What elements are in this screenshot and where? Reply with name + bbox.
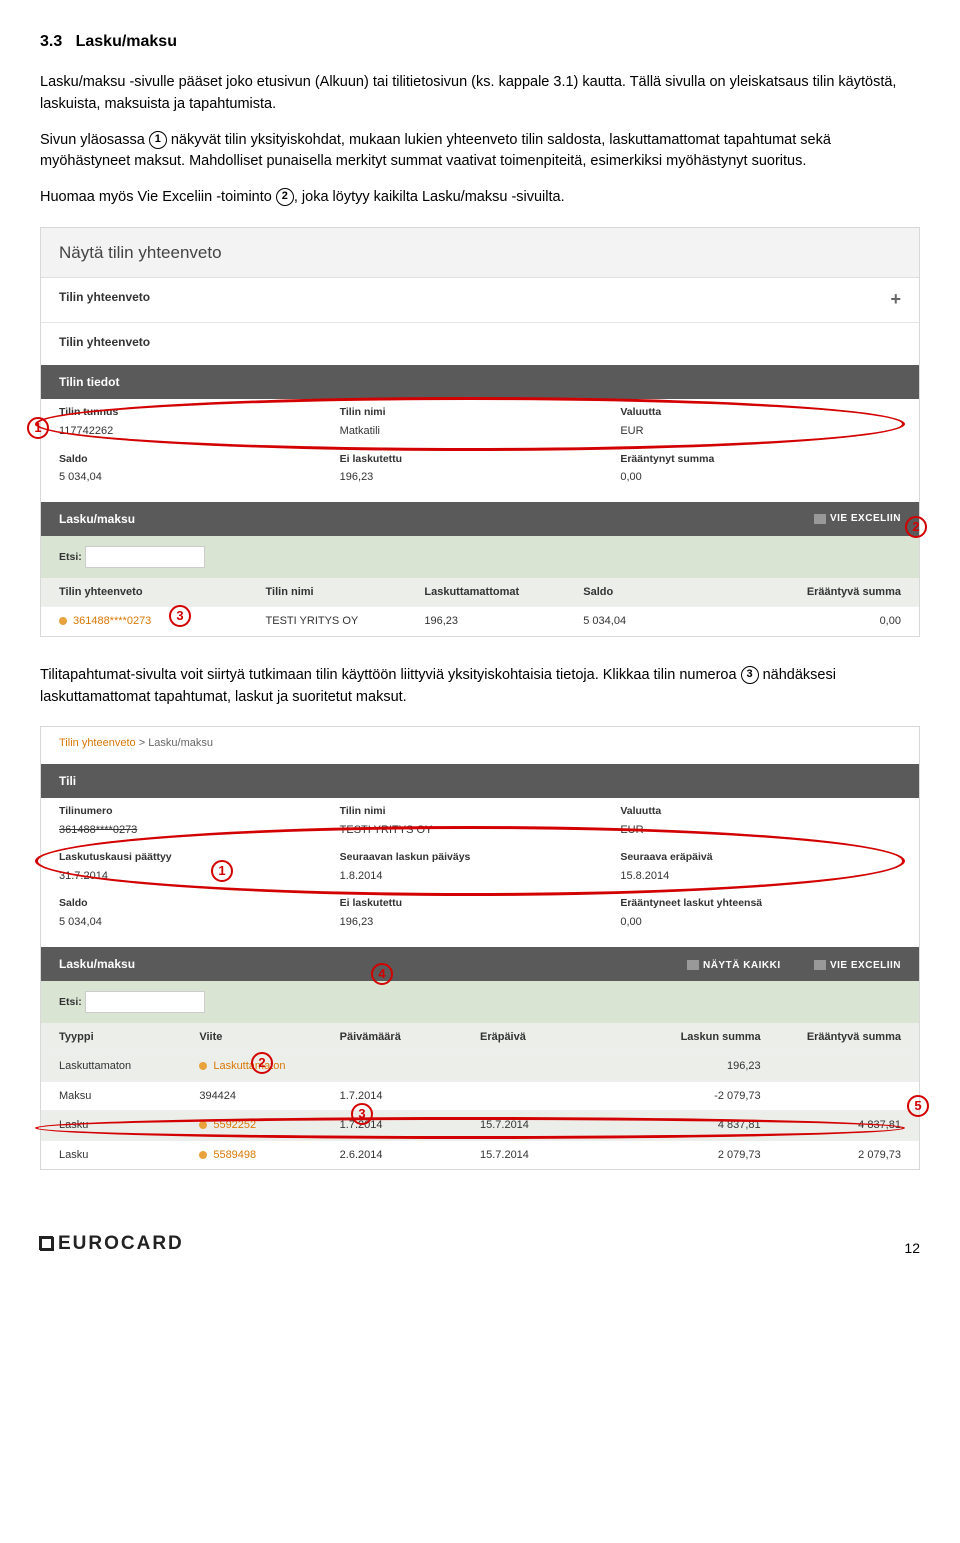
panel-account-summary: Näytä tilin yhteenveto Tilin yhteenveto … <box>40 227 920 637</box>
panel-account-detail: Tilin yhteenveto > Lasku/maksu Tili 1 Ti… <box>40 726 920 1170</box>
table-header-panel2: Tyyppi Viite Päivämäärä Eräpäivä Laskun … <box>41 1023 919 1052</box>
table-header-panel1: Tilin yhteenveto Tilin nimi Laskuttamatt… <box>41 578 919 607</box>
status-dot-icon <box>199 1121 207 1129</box>
paragraph-4: Tilitapahtumat-sivulta voit siirtyä tutk… <box>40 665 920 709</box>
overlay-circle-2b: 2 <box>251 1052 273 1074</box>
table-row[interactable]: Maksu 394424 1.7.2014 -2 079,73 <box>41 1081 919 1111</box>
status-dot-icon <box>199 1151 207 1159</box>
plus-icon[interactable]: + <box>890 286 901 313</box>
paragraph-1: Lasku/maksu -sivulle pääset joko etusivu… <box>40 72 920 116</box>
overlay-circle-4: 4 <box>371 963 393 985</box>
search-input[interactable] <box>85 546 205 568</box>
logo-icon <box>40 1237 54 1251</box>
ref-circle-3: 3 <box>741 666 759 684</box>
panel-subtitle-1[interactable]: Tilin yhteenveto + <box>41 278 919 316</box>
excel-icon <box>814 514 826 524</box>
search-label-2: Etsi: <box>59 996 82 1008</box>
search-bar: Etsi: <box>41 536 919 578</box>
dark-bar-tili: Tili <box>41 764 919 798</box>
dark-bar-lasku-maksu-2: Lasku/maksu NÄYTÄ KAIKKI VIE EXCELIIN 4 <box>41 947 919 981</box>
status-dot-icon <box>199 1062 207 1070</box>
ref-circle-1: 1 <box>149 131 167 149</box>
export-excel-button[interactable]: VIE EXCELIIN <box>814 511 901 526</box>
overlay-circle-5: 5 <box>907 1095 929 1117</box>
export-excel-button-2[interactable]: VIE EXCELIIN <box>814 960 901 971</box>
table-row[interactable]: Lasku 5589498 2.6.2014 15.7.2014 2 079,7… <box>41 1140 919 1170</box>
overlay-circle-2: 2 <box>905 516 927 538</box>
eurocard-logo: EUROCARD <box>40 1230 184 1259</box>
table-row[interactable]: Lasku 5592252 1.7.2014 15.7.2014 4 837,8… <box>41 1110 919 1140</box>
search-label: Etsi: <box>59 551 82 563</box>
excel-icon <box>814 960 826 970</box>
status-dot-icon <box>59 617 67 625</box>
list-icon <box>687 960 699 970</box>
overlay-circle-1b: 1 <box>211 860 233 882</box>
account-details-row1: Tilin tunnus117742262 Tilin nimiMatkatil… <box>41 399 919 445</box>
table-row[interactable]: Laskuttamaton Laskuttamaton 196,23 <box>41 1051 919 1081</box>
search-input-2[interactable] <box>85 991 205 1013</box>
breadcrumb: Tilin yhteenveto > Lasku/maksu <box>41 727 919 760</box>
paragraph-2: Sivun yläosassa 1 näkyvät tilin yksityis… <box>40 130 920 174</box>
overlay-circle-3b: 3 <box>351 1103 373 1125</box>
tili-row1: Tilinumero361488****0273 Tilin nimiTESTI… <box>41 798 919 844</box>
table-row[interactable]: 361488****0273 TESTI YRITYS OY 196,23 5 … <box>41 606 919 636</box>
panel-title: Näytä tilin yhteenveto <box>41 228 919 279</box>
ref-circle-2: 2 <box>276 188 294 206</box>
panel-subtitle-2: Tilin yhteenveto <box>41 322 919 361</box>
section-heading: 3.3 Lasku/maksu <box>40 30 920 54</box>
search-bar-2: Etsi: <box>41 981 919 1023</box>
paragraph-3: Huomaa myös Vie Exceliin -toiminto 2, jo… <box>40 187 920 209</box>
page-number: 12 <box>904 1238 920 1259</box>
breadcrumb-link[interactable]: Tilin yhteenveto <box>59 737 136 749</box>
show-all-button[interactable]: NÄYTÄ KAIKKI <box>687 960 781 971</box>
account-details-row2: Saldo5 034,04 Ei laskutettu196,23 Eräänt… <box>41 446 919 492</box>
tili-row2: Laskutuskausi päättyy31.7.2014 Seuraavan… <box>41 844 919 890</box>
dark-bar-lasku-maksu: Lasku/maksu VIE EXCELIIN 2 <box>41 502 919 536</box>
page-footer: EUROCARD 12 <box>40 1230 920 1259</box>
dark-bar-account-details: Tilin tiedot <box>41 365 919 399</box>
tili-row3: Saldo5 034,04 Ei laskutettu196,23 Eräänt… <box>41 890 919 936</box>
